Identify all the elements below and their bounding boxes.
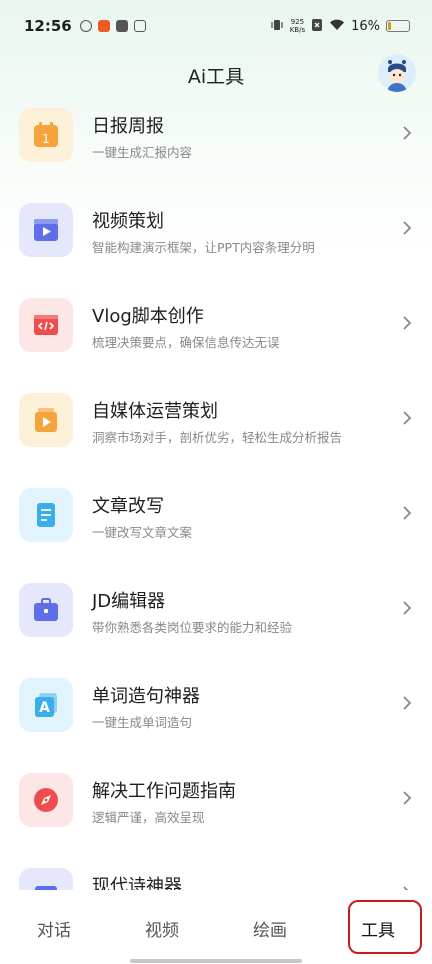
tool-item-word-sentence[interactable]: A 单词造句神器 一键生成单词造句 (0, 670, 432, 765)
tool-description: 一键生成汇报内容 (92, 145, 193, 160)
tool-icon-tile (19, 393, 73, 447)
battery-icon (386, 20, 410, 32)
compass-icon (34, 788, 58, 812)
mail-notification-icon (115, 20, 128, 32)
app-notification-icon (79, 20, 92, 32)
tool-icon-tile (19, 203, 73, 257)
tool-icon-tile: 1 (19, 108, 73, 162)
briefcase-icon (34, 598, 58, 621)
chevron-right-icon (403, 696, 412, 710)
tool-icon-tile (19, 488, 73, 542)
header: Ai工具 (0, 52, 432, 96)
tool-description: 带你熟悉各类岗位要求的能力和经验 (92, 620, 293, 635)
tool-item-work-problem-guide[interactable]: 解决工作问题指南 逻辑严谨，高效呈现 (0, 765, 432, 860)
tab-video[interactable]: 视频 (127, 916, 197, 941)
tool-description: 梳理决策要点，确保信息传达无误 (92, 335, 280, 350)
wifi-icon (329, 18, 345, 34)
tool-description: 逻辑严谨，高效呈现 (92, 810, 205, 825)
chevron-right-icon (403, 506, 412, 520)
tool-list: 1 日报周报 一键生成汇报内容 视频策划 智能构建演示框架，让PPT内容条理分明… (0, 100, 432, 890)
sim-off-icon (311, 18, 323, 35)
tool-title: JD编辑器 (92, 591, 166, 612)
net-speed-unit: KB/s (289, 26, 306, 34)
tool-title: 日报周报 (92, 116, 164, 137)
tab-tools[interactable]: 工具 (343, 916, 413, 941)
video-clapper-icon (34, 219, 58, 241)
tool-description: 一键改写文章文案 (92, 525, 193, 540)
net-speed-value: 925 (290, 18, 305, 26)
tool-title: 文章改写 (92, 496, 164, 517)
tool-title: 自媒体运营策划 (92, 401, 218, 422)
tool-item-video-planning[interactable]: 视频策划 智能构建演示框架，让PPT内容条理分明 (0, 195, 432, 290)
tool-item-vlog-script[interactable]: Vlog脚本创作 梳理决策要点，确保信息传达无误 (0, 290, 432, 385)
battery-percent: 16% (351, 18, 380, 34)
chevron-right-icon (403, 221, 412, 235)
svg-text:1: 1 (42, 132, 50, 146)
chevron-right-icon (403, 411, 412, 425)
avatar-robot-icon (378, 54, 416, 92)
home-indicator[interactable] (130, 959, 302, 963)
tool-icon-tile (19, 773, 73, 827)
chevron-right-icon (403, 126, 412, 140)
page-title: Ai工具 (187, 66, 245, 88)
tool-icon-tile (19, 298, 73, 352)
tool-description: 洞察市场对手，剖析优劣，轻松生成分析报告 (92, 430, 343, 445)
tool-title: 视频策划 (92, 211, 164, 232)
tool-icon-tile (19, 868, 73, 890)
svg-text:A: A (39, 700, 50, 716)
net-speed: 925 KB/s (290, 18, 305, 34)
tab-chat[interactable]: 对话 (19, 916, 89, 941)
calendar-icon: 1 (34, 122, 58, 147)
tool-item-modern-poetry[interactable]: 现代诗神器 (0, 860, 432, 890)
calendar-notification-icon (133, 20, 146, 32)
avatar[interactable] (378, 54, 416, 92)
bottom-tab-bar: 对话 视频 绘画 工具 (0, 890, 432, 964)
document-icon (37, 503, 55, 527)
tool-item-media-operations[interactable]: 自媒体运营策划 洞察市场对手，剖析优劣，轻松生成分析报告 (0, 385, 432, 480)
tool-item-daily-weekly-report[interactable]: 1 日报周报 一键生成汇报内容 (0, 100, 432, 195)
taobao-notification-icon (97, 20, 110, 32)
status-bar: 12:56 925 KB/s 16% (0, 0, 432, 52)
letter-a-icon: A (35, 693, 57, 717)
tool-title: 单词造句神器 (92, 686, 200, 707)
chevron-right-icon (403, 601, 412, 615)
tool-title: Vlog脚本创作 (92, 306, 204, 327)
tool-icon-tile: A (19, 678, 73, 732)
battery-fill (388, 22, 391, 30)
tool-icon-tile (19, 583, 73, 637)
chevron-right-icon (403, 316, 412, 330)
tool-title: 现代诗神器 (92, 876, 182, 890)
tool-item-jd-editor[interactable]: JD编辑器 带你熟悉各类岗位要求的能力和经验 (0, 575, 432, 670)
chevron-right-icon (403, 791, 412, 805)
tab-drawing[interactable]: 绘画 (235, 916, 305, 941)
status-time: 12:56 (24, 17, 72, 35)
tool-description: 一键生成单词造句 (92, 715, 193, 730)
media-play-icon (35, 408, 57, 432)
status-right: 925 KB/s 16% (270, 18, 410, 35)
tool-item-article-rewrite[interactable]: 文章改写 一键改写文章文案 (0, 480, 432, 575)
status-left: 12:56 (24, 17, 146, 35)
tool-title: 解决工作问题指南 (92, 781, 236, 802)
vibrate-icon (270, 18, 284, 35)
code-script-icon (34, 315, 58, 335)
book-icon (35, 886, 57, 890)
tool-description: 智能构建演示框架，让PPT内容条理分明 (92, 240, 315, 255)
